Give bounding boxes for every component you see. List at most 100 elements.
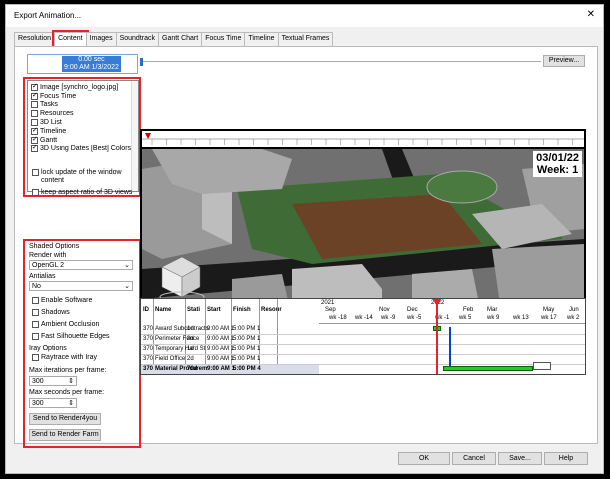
raytrace-option[interactable]: Raytrace with Iray xyxy=(29,354,97,362)
gantt-timeline-divider xyxy=(319,323,585,324)
spinner-icon[interactable]: ⇕ xyxy=(68,377,74,386)
gantt-week: wk 17 xyxy=(541,315,557,321)
time-display[interactable]: 0.00 sec 9:00 AM 1/3/2022 xyxy=(27,54,138,74)
render-with-value: OpenGL 2 xyxy=(32,262,65,269)
antialias-select[interactable]: No ⌄ xyxy=(29,281,133,291)
date-overlay: 03/01/22 Week: 1 xyxy=(533,151,582,177)
gantt-cell-name: Award Subcontracts xyxy=(155,326,209,332)
gantt-dependency-line xyxy=(449,327,451,367)
city-model xyxy=(142,149,584,318)
today-marker-icon[interactable] xyxy=(432,299,442,306)
gantt-cell-status: 3d xyxy=(187,336,194,342)
max-iterations-value: 300 xyxy=(32,378,44,385)
gantt-cell-finish: 5:00 PM 1 xyxy=(233,336,261,342)
gantt-column-header: Name xyxy=(155,307,172,313)
gantt-chart: ID Name Stati Start Finish Resour 370 Award Sub… xyxy=(140,298,586,375)
tab-resolution[interactable]: Resolution xyxy=(14,32,56,46)
gantt-week: wk 13 xyxy=(513,315,529,321)
ambient-checkbox[interactable] xyxy=(32,321,39,328)
window-title: Export Animation... xyxy=(14,11,82,20)
gantt-month: Dec xyxy=(407,307,418,313)
keep-aspect-checkbox[interactable] xyxy=(32,189,39,196)
time-date: 9:00 AM 1/3/2022 xyxy=(64,64,119,71)
lock-update-option[interactable]: lock update of the window content xyxy=(29,169,139,185)
gantt-cell-start: 9:00 AM 1 xyxy=(207,356,235,362)
title-bar: Export Animation... ✕ xyxy=(6,5,603,27)
tab-timeline[interactable]: Timeline xyxy=(244,32,279,46)
gantt-column-header: Start xyxy=(207,307,221,313)
gantt-bar-label-box xyxy=(533,362,551,370)
lock-update-label: lock update of the window content xyxy=(41,169,122,184)
gantt-cell-finish: 5:00 PM 1 xyxy=(233,356,261,362)
gantt-cell-name: Field Office xyxy=(155,356,186,362)
time-slider-track[interactable] xyxy=(141,61,541,62)
shadows-option[interactable]: Shadows xyxy=(29,309,70,317)
ok-button[interactable]: OK xyxy=(398,452,450,465)
antialias-label: Antialias xyxy=(29,273,56,280)
raytrace-checkbox[interactable] xyxy=(32,354,39,361)
gantt-cell-start: 9:00 AM 1 xyxy=(207,326,235,332)
close-icon[interactable]: ✕ xyxy=(587,9,595,20)
gantt-cell-name: Temporary Hard St xyxy=(155,346,206,352)
gantt-cell-finish: 5:00 PM 1 xyxy=(233,326,261,332)
gantt-cell-start: 9:00 AM 1 xyxy=(207,336,235,342)
gantt-today-line xyxy=(436,299,438,374)
keep-aspect-option[interactable]: keep aspect ratio of 3D views xyxy=(29,189,132,197)
spinner-icon[interactable]: ⇕ xyxy=(68,399,74,408)
max-iterations-input[interactable]: 300 ⇕ xyxy=(29,376,77,386)
export-animation-dialog: Export Animation... ✕ Resolution Content… xyxy=(5,4,604,474)
max-seconds-input[interactable]: 300 ⇕ xyxy=(29,398,77,408)
gantt-cell-id: 370 xyxy=(143,356,154,362)
tab-textual-frames[interactable]: Textual Frames xyxy=(277,32,334,46)
gantt-month: Mar xyxy=(487,307,498,313)
gantt-month: Jun xyxy=(569,307,579,313)
gantt-cell-status: 1d xyxy=(187,326,194,332)
gantt-month: Sep xyxy=(325,307,336,313)
render-with-select[interactable]: OpenGL 2 ⌄ xyxy=(29,260,133,270)
silhouette-option[interactable]: Fast Silhouette Edges xyxy=(29,333,110,341)
silhouette-checkbox[interactable] xyxy=(32,333,39,340)
gantt-week: wk -18 xyxy=(329,315,347,321)
gantt-cell-status: 70d xyxy=(187,366,198,372)
max-seconds-label: Max seconds per frame: xyxy=(29,389,105,396)
send-render4you-button[interactable]: Send to Render4you xyxy=(29,413,101,425)
gantt-week: wk -9 xyxy=(381,315,396,321)
tab-images[interactable]: Images xyxy=(85,32,117,46)
gantt-row-divider xyxy=(141,374,586,375)
tab-content[interactable]: Content xyxy=(52,30,89,48)
chevron-down-icon: ⌄ xyxy=(124,283,130,290)
save-button[interactable]: Save... xyxy=(498,452,542,465)
tab-focus-time[interactable]: Focus Time xyxy=(201,32,246,46)
gantt-cell-finish: 5:00 PM 4 xyxy=(233,366,261,372)
silhouette-label: Fast Silhouette Edges xyxy=(41,333,110,340)
time-slider-thumb[interactable] xyxy=(140,58,143,66)
timeline-ruler xyxy=(142,131,584,147)
gantt-week: wk 2 xyxy=(567,315,580,321)
gantt-cell-finish: 5:00 PM 1 xyxy=(233,346,261,352)
gantt-cell-id: 370 xyxy=(143,326,154,332)
enable-software-label: Enable Software xyxy=(41,297,93,304)
ambient-option[interactable]: Ambient Occlusion xyxy=(29,321,99,329)
help-button[interactable]: Help xyxy=(544,452,588,465)
cancel-button[interactable]: Cancel xyxy=(452,452,496,465)
tab-strip: Resolution Content Images Soundtrack Gan… xyxy=(14,30,334,48)
shadows-label: Shadows xyxy=(41,309,70,316)
tab-soundtrack[interactable]: Soundtrack xyxy=(115,32,159,46)
gantt-row-divider xyxy=(141,354,585,355)
gantt-week: wk 5 xyxy=(459,315,472,321)
gantt-cell-id: 370 xyxy=(143,346,154,352)
3d-scene: 03/01/22 Week: 1 xyxy=(142,149,584,318)
chevron-down-icon: ⌄ xyxy=(124,262,130,269)
send-render-farm-button[interactable]: Send to Render Farm xyxy=(29,429,101,441)
keep-aspect-label: keep aspect ratio of 3D views xyxy=(41,189,133,196)
gantt-week: wk -14 xyxy=(355,315,373,321)
preview-button[interactable]: Preview... xyxy=(543,55,585,67)
date-overlay-week: Week: 1 xyxy=(536,164,579,176)
lock-update-checkbox[interactable] xyxy=(32,169,39,176)
enable-software-checkbox[interactable] xyxy=(32,297,39,304)
enable-software-option[interactable]: Enable Software xyxy=(29,297,92,305)
gantt-cell-status: 1d xyxy=(187,346,194,352)
tab-gantt-chart[interactable]: Gantt Chart xyxy=(158,32,203,46)
gantt-row-divider xyxy=(141,334,585,335)
shadows-checkbox[interactable] xyxy=(32,309,39,316)
